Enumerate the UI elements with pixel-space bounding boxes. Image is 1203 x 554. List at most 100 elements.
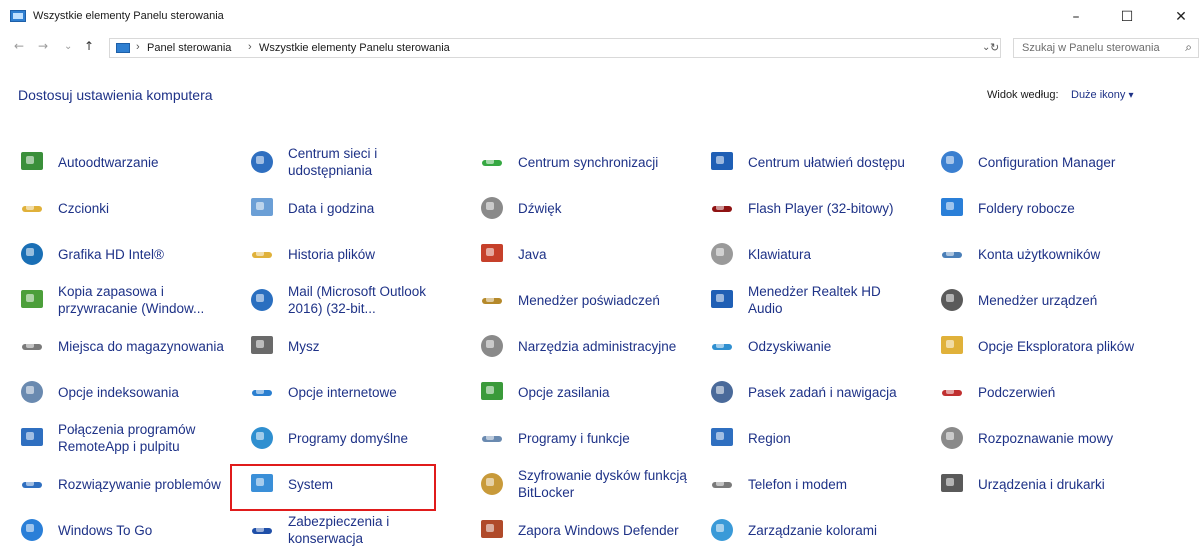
cp-item-label: Podczerwień xyxy=(978,384,1056,400)
address-bar[interactable]: › Panel sterowania › Wszystkie elementy … xyxy=(109,38,1001,58)
cp-item-recovery[interactable]: Odzyskiwanie xyxy=(696,324,924,368)
cp-item-label: Klawiatura xyxy=(748,246,812,262)
cp-item-label: Centrum sieci i udostępniania xyxy=(288,146,378,178)
cp-item-network[interactable]: Centrum sieci i udostępniania xyxy=(236,140,464,184)
devices-printers-icon xyxy=(938,470,966,498)
refresh-button[interactable]: ↻ xyxy=(990,41,999,54)
cp-item-default-programs[interactable]: Programy domyślne xyxy=(236,416,464,460)
cp-item-label: Miejsca do magazynowania xyxy=(58,338,224,354)
breadcrumb-panel-sterowania[interactable]: Panel sterowania xyxy=(147,42,231,54)
cp-item-label: Opcje zasilania xyxy=(518,384,610,400)
cp-item-security-maintenance[interactable]: Zabezpieczenia i konserwacja xyxy=(236,508,464,552)
cp-item-internet-options[interactable]: Opcje internetowe xyxy=(236,370,464,414)
cp-item-label: Opcje Eksploratora plików xyxy=(978,338,1135,354)
programs-features-icon xyxy=(478,424,506,452)
cp-item-explorer-options[interactable]: Opcje Eksploratora plików xyxy=(926,324,1154,368)
forward-button[interactable]: → xyxy=(38,39,48,53)
cp-item-label: Mysz xyxy=(288,338,320,354)
cp-item-phone-modem[interactable]: Telefon i modem xyxy=(696,462,924,506)
chevron-down-icon: ▾ xyxy=(1128,90,1134,101)
back-button[interactable]: ← xyxy=(14,39,24,53)
indexing-icon-shine xyxy=(26,386,34,394)
cp-item-label: Centrum synchronizacji xyxy=(518,154,659,170)
cp-item-label: Zapora Windows Defender xyxy=(518,522,679,538)
cp-item-date-time[interactable]: Data i godzina xyxy=(236,186,464,230)
cp-item-windows-to-go[interactable]: Windows To Go xyxy=(6,508,234,552)
security-maintenance-icon xyxy=(248,516,276,544)
cp-item-mouse[interactable]: Mysz xyxy=(236,324,464,368)
cp-item-label: Kopia zapasowa i przywracanie (Window... xyxy=(58,284,205,316)
devices-printers-icon-shine xyxy=(946,478,954,486)
search-box[interactable]: Szukaj w Panelu sterowania ⌕ xyxy=(1013,38,1199,58)
cp-item-power-options[interactable]: Opcje zasilania xyxy=(466,370,694,414)
taskbar-icon xyxy=(708,378,736,406)
search-icon[interactable]: ⌕ xyxy=(1185,40,1192,55)
work-folders-icon-shine xyxy=(946,202,954,210)
cp-item-bitlocker[interactable]: Szyfrowanie dysków funkcją BitLocker xyxy=(466,462,694,506)
recovery-icon xyxy=(708,332,736,360)
cp-item-sync[interactable]: Centrum synchronizacji xyxy=(466,140,694,184)
cp-item-microphone[interactable]: Rozpoznawanie mowy xyxy=(926,416,1154,460)
device-manager-icon-shine xyxy=(946,294,954,302)
recent-locations-dropdown[interactable]: ⌄ xyxy=(64,41,72,52)
cp-item-label: Urządzenia i drukarki xyxy=(978,476,1105,492)
view-by-dropdown[interactable]: Duże ikony ▾ xyxy=(1071,89,1134,101)
cp-item-firewall[interactable]: Zapora Windows Defender xyxy=(466,508,694,552)
cp-item-color-management[interactable]: Zarządzanie kolorami xyxy=(696,508,924,552)
close-button[interactable]: ✕ xyxy=(1164,4,1198,30)
intel-graphics-icon-shine xyxy=(26,248,34,256)
cp-item-fonts[interactable]: Czcionki xyxy=(6,186,234,230)
security-maintenance-icon-shine xyxy=(256,524,264,532)
cp-item-credential-manager[interactable]: Menedżer poświadczeń xyxy=(466,278,694,322)
cp-item-intel-graphics[interactable]: Grafika HD Intel® xyxy=(6,232,234,276)
accessibility-icon xyxy=(708,148,736,176)
cp-item-autoplay[interactable]: Autoodtwarzanie xyxy=(6,140,234,184)
cp-item-label: Opcje indeksowania xyxy=(58,384,179,400)
minimize-button[interactable]: – xyxy=(1059,4,1093,30)
indexing-icon xyxy=(18,378,46,406)
cp-item-taskbar[interactable]: Pasek zadań i nawigacja xyxy=(696,370,924,414)
cp-item-user-accounts[interactable]: Konta użytkowników xyxy=(926,232,1154,276)
cp-item-infrared[interactable]: Podczerwień xyxy=(926,370,1154,414)
control-panel-icon xyxy=(116,43,130,53)
cp-item-region[interactable]: Region xyxy=(696,416,924,460)
cp-item-work-folders[interactable]: Foldery robocze xyxy=(926,186,1154,230)
microphone-icon-shine xyxy=(946,432,954,440)
date-time-icon xyxy=(248,194,276,222)
region-icon-shine xyxy=(716,432,724,440)
cp-item-devices-printers[interactable]: Urządzenia i drukarki xyxy=(926,462,1154,506)
cp-item-label: Windows To Go xyxy=(58,522,153,538)
cp-item-indexing[interactable]: Opcje indeksowania xyxy=(6,370,234,414)
cp-item-label: Autoodtwarzanie xyxy=(58,154,159,170)
sync-icon-shine xyxy=(486,156,494,164)
cp-item-device-manager[interactable]: Menedżer urządzeń xyxy=(926,278,1154,322)
firewall-icon-shine xyxy=(486,524,494,532)
cp-item-keyboard[interactable]: Klawiatura xyxy=(696,232,924,276)
cp-item-flash-player[interactable]: Flash Player (32-bitowy) xyxy=(696,186,924,230)
keyboard-icon xyxy=(708,240,736,268)
cp-item-admin-tools[interactable]: Narzędzia administracyjne xyxy=(466,324,694,368)
cp-item-realtek-audio[interactable]: Menedżer Realtek HD Audio xyxy=(696,278,924,322)
cp-item-label: Centrum ułatwień dostępu xyxy=(748,154,905,170)
up-button[interactable]: ↑ xyxy=(84,39,94,53)
cp-item-file-history[interactable]: Historia plików xyxy=(236,232,464,276)
mouse-icon xyxy=(248,332,276,360)
cp-item-accessibility[interactable]: Centrum ułatwień dostępu xyxy=(696,140,924,184)
cp-item-speaker[interactable]: Dźwięk xyxy=(466,186,694,230)
cp-item-java[interactable]: Java xyxy=(466,232,694,276)
cp-item-label: Zabezpieczenia i konserwacja xyxy=(288,514,390,546)
cp-item-label: Dźwięk xyxy=(518,200,562,216)
cp-item-programs-features[interactable]: Programy i funkcje xyxy=(466,416,694,460)
search-input[interactable]: Szukaj w Panelu sterowania xyxy=(1022,42,1160,54)
cp-item-configuration-manager[interactable]: Configuration Manager xyxy=(926,140,1154,184)
flash-player-icon xyxy=(708,194,736,222)
autoplay-icon xyxy=(18,148,46,176)
cp-item-troubleshooting[interactable]: Rozwiązywanie problemów xyxy=(6,462,234,506)
cp-item-label: Szyfrowanie dysków funkcją BitLocker xyxy=(518,468,687,500)
breadcrumb-all-items[interactable]: Wszystkie elementy Panelu sterowania xyxy=(259,42,450,54)
cp-item-backup[interactable]: Kopia zapasowa i przywracanie (Window... xyxy=(6,278,234,322)
cp-item-remoteapp[interactable]: Połączenia programów RemoteApp i pulpitu xyxy=(6,416,234,460)
maximize-button[interactable]: ☐ xyxy=(1110,4,1144,30)
cp-item-mail[interactable]: Mail (Microsoft Outlook 2016) (32-bit... xyxy=(236,278,464,322)
cp-item-storage-spaces[interactable]: Miejsca do magazynowania xyxy=(6,324,234,368)
